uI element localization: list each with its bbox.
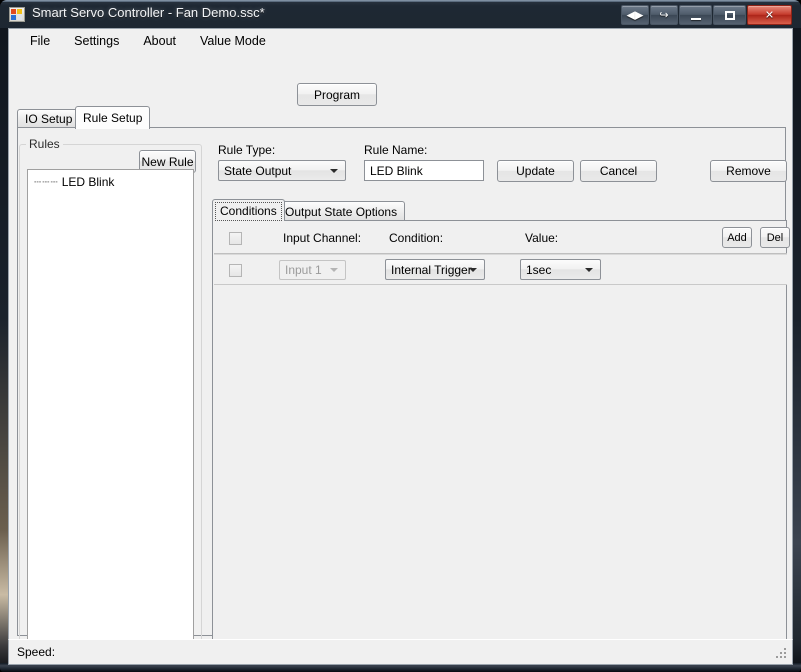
column-header-input-channel: Input Channel:: [283, 231, 362, 245]
app-squares-icon: [9, 7, 25, 22]
maximize-icon: [724, 10, 735, 20]
tree-item-label: LED Blink: [61, 175, 115, 189]
tab-page-conditions: Input Channel: Condition: Value: Add Del…: [212, 220, 790, 655]
rule-detail-pane: Rule Type: State Output Rule Name: LED B…: [212, 134, 790, 655]
menu-item-value-mode[interactable]: Value Mode: [191, 31, 275, 51]
conditions-header-row: Input Channel: Condition: Value: Add Del: [214, 222, 790, 254]
add-condition-button[interactable]: Add: [722, 227, 752, 248]
window-frame-right: [793, 28, 801, 672]
rule-type-dropdown[interactable]: State Output: [218, 160, 346, 181]
value-dropdown[interactable]: 1sec: [520, 259, 601, 280]
client-area: File Settings About Value Mode Program I…: [8, 28, 793, 656]
program-button[interactable]: Program: [297, 83, 377, 106]
conditions-tab-strip: Conditions Output State Options: [212, 199, 787, 221]
tab-output-state-options[interactable]: Output State Options: [277, 201, 406, 221]
rule-type-value: State Output: [224, 163, 292, 178]
column-header-condition: Condition:: [389, 231, 444, 245]
condition-value: Internal Trigger: [391, 262, 472, 277]
rules-tree-view[interactable]: ┄┄┄ LED Blink: [27, 169, 194, 655]
resize-horizontal-icon: ◀▶: [626, 8, 644, 21]
rules-group-box: Rules New Rule ┄┄┄ LED Blink: [19, 137, 202, 655]
menu-item-file[interactable]: File: [21, 31, 59, 51]
window-title: Smart Servo Controller - Fan Demo.ssc*: [32, 5, 265, 20]
minimize-button[interactable]: [679, 4, 712, 25]
menu-bar: File Settings About Value Mode: [9, 29, 792, 53]
tree-connector-icon: ┄┄┄: [34, 175, 59, 189]
status-bar: Speed:: [8, 639, 793, 665]
chevron-down-icon: [469, 267, 477, 272]
chevron-down-icon: [585, 267, 593, 272]
row-select-checkbox[interactable]: [229, 264, 242, 277]
rule-name-label: Rule Name:: [364, 143, 428, 157]
tab-rule-setup[interactable]: Rule Setup: [75, 106, 151, 129]
rule-name-value: LED Blink: [370, 163, 423, 178]
select-all-checkbox[interactable]: [229, 232, 242, 245]
remove-button[interactable]: Remove: [710, 160, 787, 182]
status-speed-label: Speed:: [17, 645, 56, 659]
chevron-down-icon: [330, 268, 338, 272]
restore-export-button[interactable]: ↪: [650, 4, 678, 25]
tree-item-led-blink[interactable]: ┄┄┄ LED Blink: [34, 175, 114, 189]
chevron-down-icon: [330, 168, 338, 173]
rule-type-label: Rule Type:: [218, 143, 276, 157]
condition-dropdown[interactable]: Internal Trigger: [385, 259, 485, 280]
value-value: 1sec: [526, 262, 552, 277]
resize-horizontal-button[interactable]: ◀▶: [621, 4, 649, 25]
table-row[interactable]: Input 1 Internal Trigger 1sec: [214, 254, 787, 285]
application-window: Smart Servo Controller - Fan Demo.ssc* ◀…: [0, 0, 801, 672]
focus-rectangle: [215, 202, 282, 221]
main-tab-strip: IO Setup Rule Setup: [17, 106, 786, 129]
menu-item-about[interactable]: About: [134, 31, 185, 51]
caption-extra-buttons: ◀▶ ↪: [620, 4, 678, 25]
input-channel-dropdown[interactable]: Input 1: [279, 260, 346, 280]
input-channel-value: Input 1: [285, 263, 322, 277]
export-arrow-icon: ↪: [659, 8, 669, 21]
rules-group-title: Rules: [26, 137, 63, 151]
column-header-value: Value:: [525, 231, 559, 245]
tab-io-setup[interactable]: IO Setup: [17, 109, 81, 128]
close-icon: ✕: [764, 8, 775, 21]
title-bar: Smart Servo Controller - Fan Demo.ssc* ◀…: [0, 0, 801, 28]
maximize-button[interactable]: [713, 4, 746, 25]
tab-conditions[interactable]: Conditions: [212, 199, 285, 221]
cancel-button[interactable]: Cancel: [580, 160, 657, 182]
update-button[interactable]: Update: [497, 160, 574, 182]
minimize-icon: [690, 17, 701, 20]
caption-window-buttons: ✕: [678, 4, 792, 25]
close-button[interactable]: ✕: [747, 4, 792, 25]
del-condition-button[interactable]: Del: [760, 227, 790, 248]
window-frame-left: [0, 28, 8, 672]
rule-name-input[interactable]: LED Blink: [364, 160, 484, 181]
resize-grip[interactable]: [774, 648, 787, 661]
menu-item-settings[interactable]: Settings: [65, 31, 128, 51]
